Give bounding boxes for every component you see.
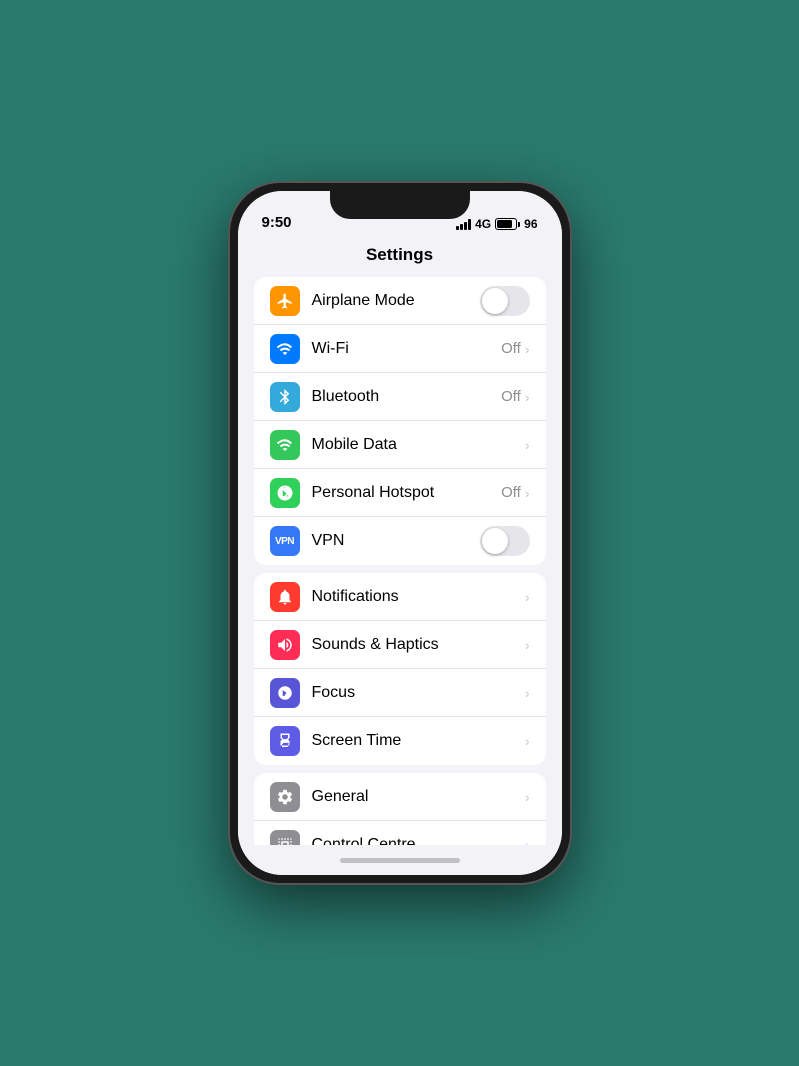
signal-bars-icon xyxy=(456,218,471,230)
screen-content: Settings Airplane Mode Wi-Fi Off xyxy=(238,235,562,845)
screen-time-label: Screen Time xyxy=(312,732,525,750)
airplane-mode-label: Airplane Mode xyxy=(312,292,480,310)
wifi-row[interactable]: Wi-Fi Off › xyxy=(254,325,546,373)
control-centre-chevron: › xyxy=(525,837,530,845)
control-centre-right: › xyxy=(525,837,530,845)
phone-screen: 9:50 4G 96 Settings xyxy=(238,191,562,875)
phone-frame: 9:50 4G 96 Settings xyxy=(230,183,570,883)
bluetooth-value: Off xyxy=(501,388,521,405)
notifications-icon xyxy=(270,582,300,612)
notifications-chevron: › xyxy=(525,589,530,605)
control-centre-row[interactable]: Control Centre › xyxy=(254,821,546,845)
screen-time-icon xyxy=(270,726,300,756)
wifi-value: Off xyxy=(501,340,521,357)
sounds-haptics-right: › xyxy=(525,637,530,653)
screen-time-chevron: › xyxy=(525,733,530,749)
mobile-data-chevron: › xyxy=(525,437,530,453)
wifi-label: Wi-Fi xyxy=(312,340,502,358)
general-icon xyxy=(270,782,300,812)
personal-hotspot-value: Off xyxy=(501,484,521,501)
status-icons: 4G 96 xyxy=(456,217,537,231)
network-type: 4G xyxy=(475,217,491,231)
mobile-data-right: › xyxy=(525,437,530,453)
bluetooth-label: Bluetooth xyxy=(312,388,502,406)
sounds-haptics-row[interactable]: Sounds & Haptics › xyxy=(254,621,546,669)
notifications-label: Notifications xyxy=(312,588,525,606)
general-chevron: › xyxy=(525,789,530,805)
screen-time-row[interactable]: Screen Time › xyxy=(254,717,546,765)
bluetooth-icon xyxy=(270,382,300,412)
bluetooth-chevron: › xyxy=(525,389,530,405)
sounds-haptics-chevron: › xyxy=(525,637,530,653)
mobile-data-label: Mobile Data xyxy=(312,436,525,454)
focus-label: Focus xyxy=(312,684,525,702)
airplane-mode-row[interactable]: Airplane Mode xyxy=(254,277,546,325)
personal-hotspot-row[interactable]: Personal Hotspot Off › xyxy=(254,469,546,517)
vpn-label: VPN xyxy=(312,532,480,550)
battery-icon xyxy=(495,218,520,230)
personal-hotspot-icon xyxy=(270,478,300,508)
page-title: Settings xyxy=(238,235,562,277)
airplane-mode-toggle[interactable] xyxy=(480,286,530,316)
sounds-haptics-icon xyxy=(270,630,300,660)
mobile-data-icon xyxy=(270,430,300,460)
focus-row[interactable]: Focus › xyxy=(254,669,546,717)
focus-icon xyxy=(270,678,300,708)
general-group: General › Control Centre › xyxy=(254,773,546,845)
personal-hotspot-right: Off › xyxy=(501,484,529,501)
focus-chevron: › xyxy=(525,685,530,701)
bluetooth-right: Off › xyxy=(501,388,529,405)
screen-time-right: › xyxy=(525,733,530,749)
notch xyxy=(330,191,470,219)
focus-right: › xyxy=(525,685,530,701)
wifi-icon xyxy=(270,334,300,364)
general-right: › xyxy=(525,789,530,805)
home-indicator[interactable] xyxy=(238,845,562,875)
notifications-group: Notifications › Sounds & Haptics › xyxy=(254,573,546,765)
notifications-right: › xyxy=(525,589,530,605)
home-bar xyxy=(340,858,460,863)
mobile-data-row[interactable]: Mobile Data › xyxy=(254,421,546,469)
vpn-row[interactable]: VPN VPN xyxy=(254,517,546,565)
general-row[interactable]: General › xyxy=(254,773,546,821)
status-time: 9:50 xyxy=(262,214,292,231)
battery-percent: 96 xyxy=(524,217,537,231)
vpn-toggle[interactable] xyxy=(480,526,530,556)
general-label: General xyxy=(312,788,525,806)
wifi-right: Off › xyxy=(501,340,529,357)
vpn-icon: VPN xyxy=(270,526,300,556)
sounds-haptics-label: Sounds & Haptics xyxy=(312,636,525,654)
connectivity-group: Airplane Mode Wi-Fi Off › xyxy=(254,277,546,565)
bluetooth-row[interactable]: Bluetooth Off › xyxy=(254,373,546,421)
wifi-chevron: › xyxy=(525,341,530,357)
personal-hotspot-label: Personal Hotspot xyxy=(312,484,502,502)
control-centre-label: Control Centre xyxy=(312,836,525,845)
notifications-row[interactable]: Notifications › xyxy=(254,573,546,621)
personal-hotspot-chevron: › xyxy=(525,485,530,501)
airplane-mode-icon xyxy=(270,286,300,316)
control-centre-icon xyxy=(270,830,300,845)
